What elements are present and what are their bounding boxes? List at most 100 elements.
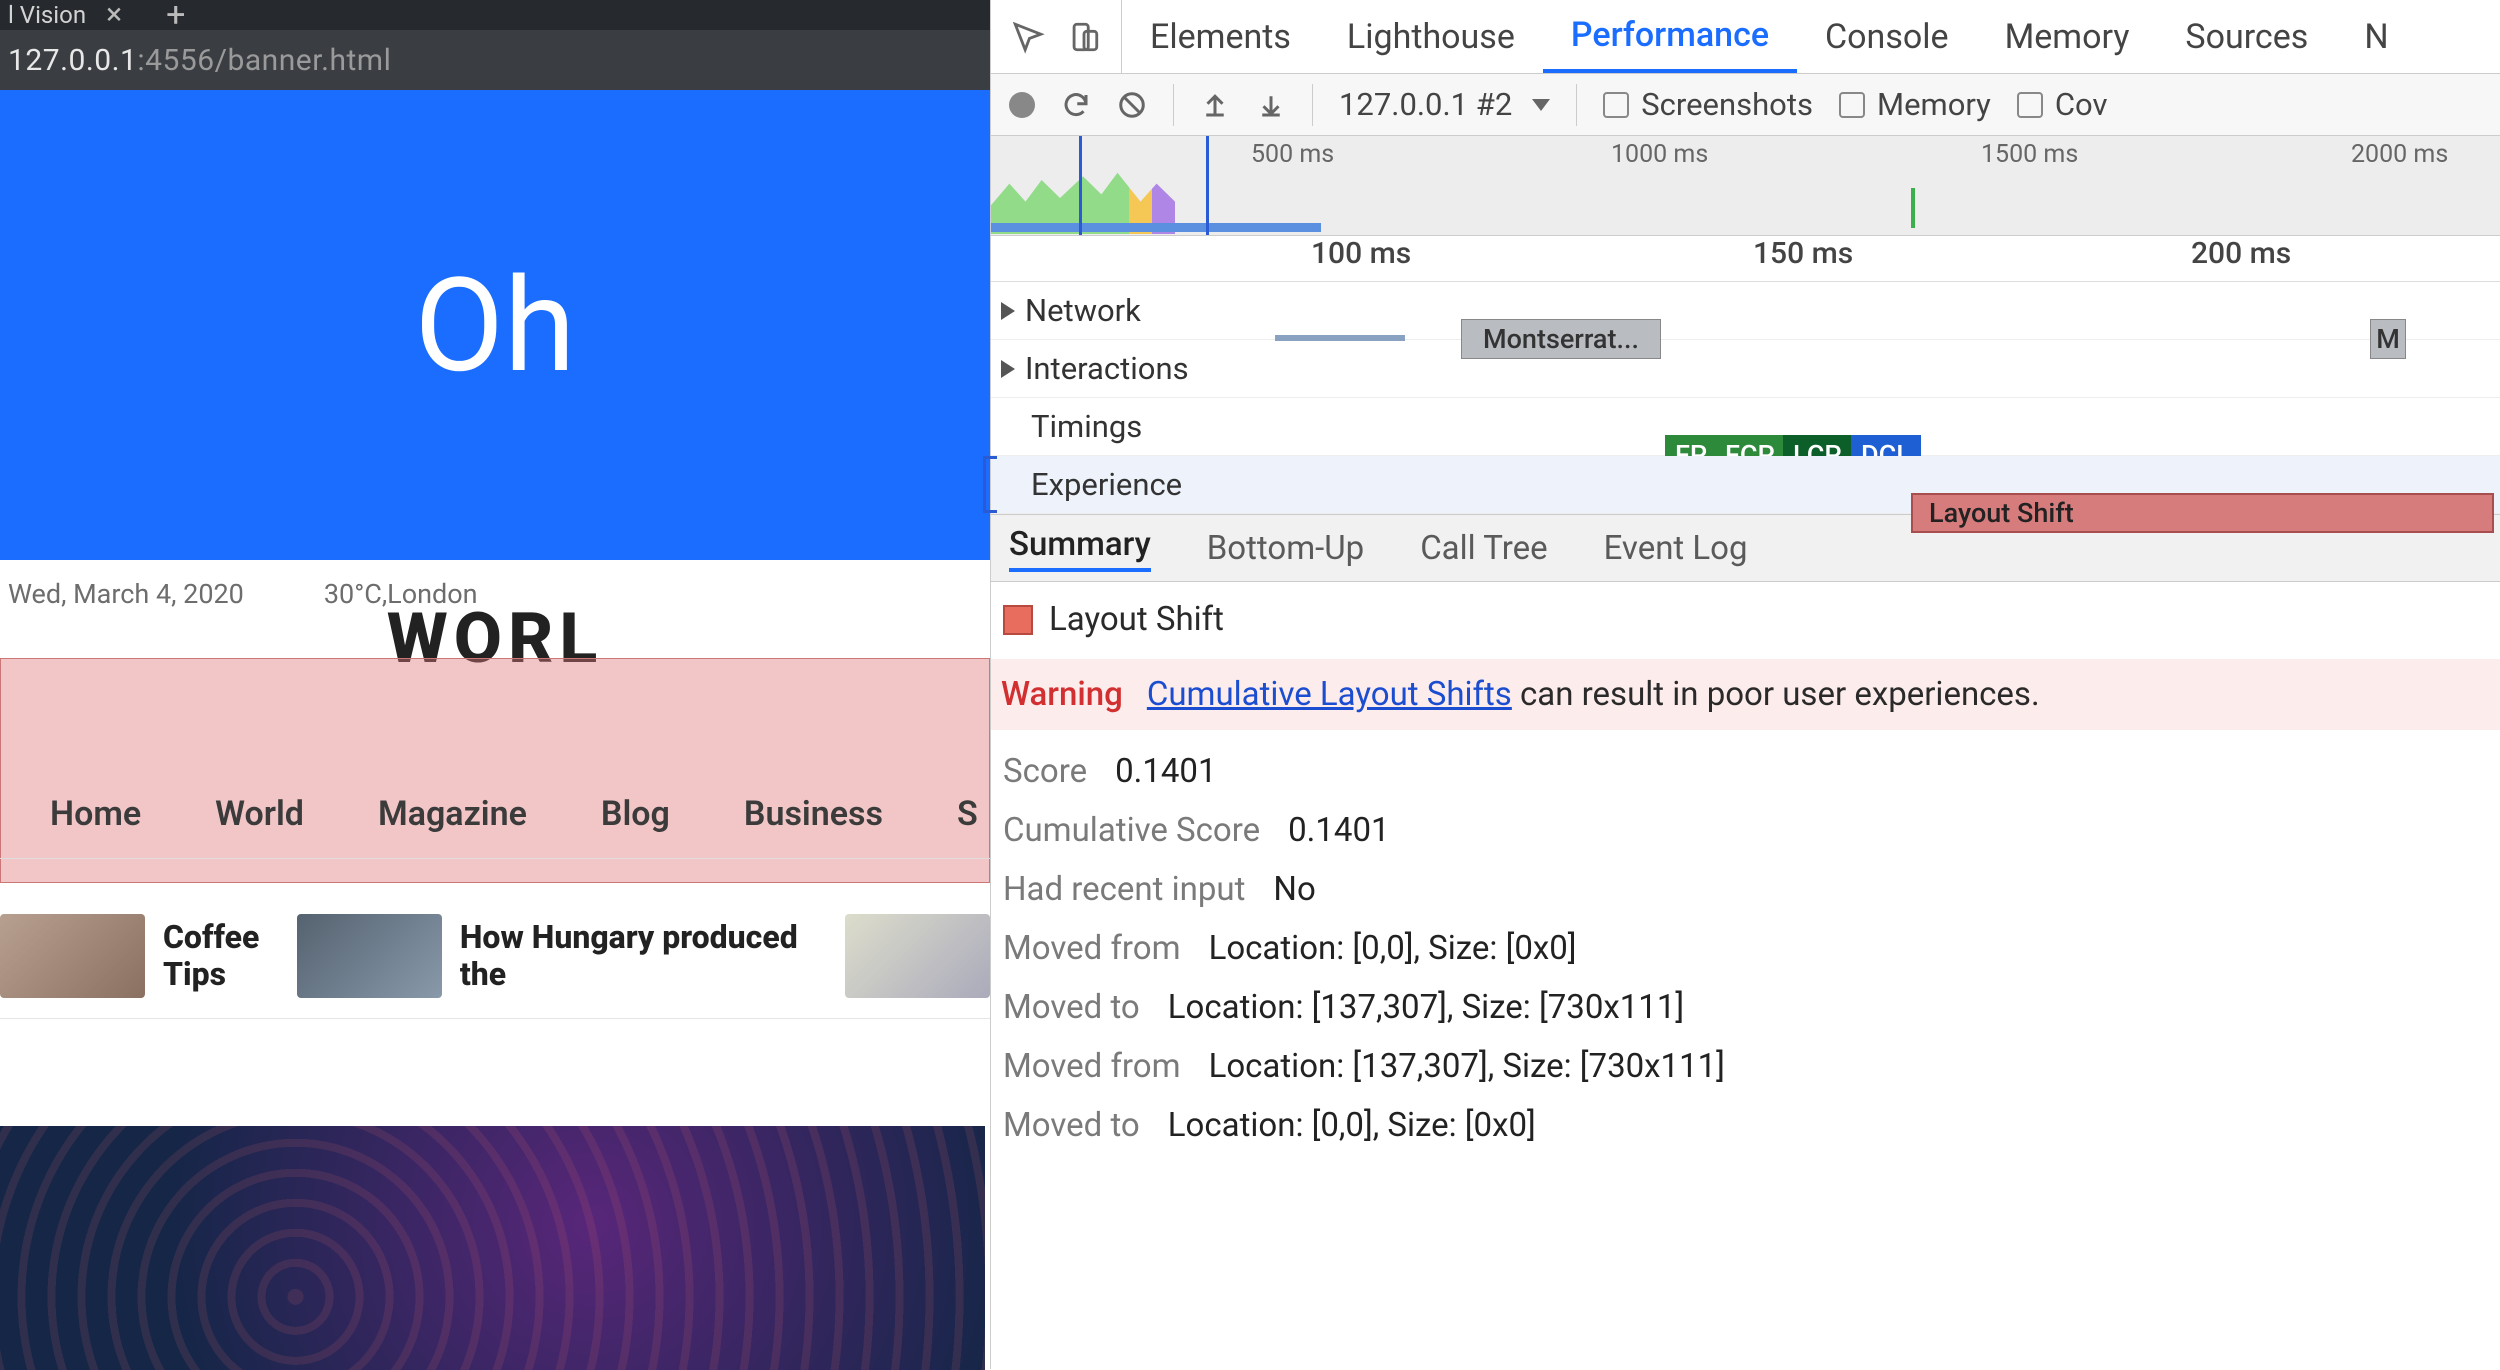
url-host: 127.0.0.1: [8, 43, 137, 78]
track-title: Network: [1025, 292, 1141, 329]
separator: [1576, 84, 1577, 126]
kv-key: Had recent input: [1003, 870, 1245, 909]
tick: 1500 ms: [1981, 140, 2078, 169]
device-icon[interactable]: [1065, 18, 1103, 56]
warning-label: Warning: [1001, 675, 1123, 714]
kv-value: Location: [137,307], Size: [730x111]: [1168, 988, 1684, 1027]
ruler-tick: 100 ms: [1311, 236, 1411, 271]
site-nav: Home World Magazine Blog Business S: [0, 778, 990, 859]
kv-key: Cumulative Score: [1003, 811, 1260, 850]
timeline-tracks: Network Montserrat... M Interactions Tim…: [991, 282, 2500, 514]
overview-strip[interactable]: 500 ms 1000 ms 1500 ms 2000 ms: [991, 136, 2500, 236]
screenshots-checkbox[interactable]: Screenshots: [1603, 86, 1813, 123]
kv-key: Moved from: [1003, 1047, 1181, 1086]
subtab-bottom-up[interactable]: Bottom-Up: [1207, 529, 1364, 568]
thumbnail[interactable]: [0, 914, 145, 998]
thumbnail[interactable]: [845, 914, 990, 998]
hero-image[interactable]: [0, 1126, 985, 1370]
kv-value: 0.1401: [1288, 811, 1389, 850]
banner-text: Oh: [414, 249, 575, 402]
tab-memory[interactable]: Memory: [1977, 0, 2158, 73]
kv-key: Moved to: [1003, 1106, 1140, 1145]
tab-console[interactable]: Console: [1797, 0, 1977, 73]
subtab-event-log[interactable]: Event Log: [1604, 529, 1748, 568]
kv-value: No: [1273, 870, 1315, 909]
new-tab-button[interactable]: +: [146, 0, 205, 35]
kv-key: Score: [1003, 752, 1087, 791]
color-swatch: [1003, 605, 1033, 635]
kv-value: Location: [0,0], Size: [0x0]: [1209, 929, 1577, 968]
checkbox-label: Memory: [1877, 86, 1991, 123]
clear-icon[interactable]: [1117, 90, 1147, 120]
address-bar[interactable]: 127.0.0.1 :4556/banner.html: [0, 30, 990, 90]
nav-item[interactable]: S: [957, 794, 978, 834]
tab-sources[interactable]: Sources: [2157, 0, 2336, 73]
kv-row: Moved to Location: [137,307], Size: [730x…: [1003, 988, 2488, 1027]
separator: [1173, 84, 1174, 126]
tab-elements[interactable]: Elements: [1122, 0, 1319, 73]
overview-selection[interactable]: [1079, 136, 1209, 235]
nav-item[interactable]: Magazine: [378, 794, 527, 834]
subtab-summary[interactable]: Summary: [1009, 525, 1151, 572]
cls-link[interactable]: Cumulative Layout Shifts: [1147, 675, 1512, 714]
tab-more[interactable]: N: [2336, 0, 2416, 73]
track-title: Timings: [1031, 408, 1142, 445]
track-interactions[interactable]: Interactions: [991, 340, 2500, 398]
nav-item[interactable]: Blog: [601, 794, 670, 834]
selection-handle: [983, 456, 997, 513]
url-path: :4556/banner.html: [137, 43, 391, 78]
inspect-icon[interactable]: [1009, 18, 1047, 56]
browser-window: l Vision × + 127.0.0.1 :4556/banner.html…: [0, 0, 990, 1369]
separator: [1312, 84, 1313, 126]
checkbox-label: Screenshots: [1641, 86, 1813, 123]
timeline-ruler[interactable]: 100 ms 150 ms 200 ms: [991, 236, 2500, 282]
kv-row: Moved toLocation: [0,0], Size: [0x0]: [1003, 1106, 2488, 1145]
track-timings[interactable]: Timings FP FCP LCP DCL: [991, 398, 2500, 456]
download-icon[interactable]: [1256, 90, 1286, 120]
kv-row: Had recent input No: [1003, 870, 2488, 909]
warning-row: Warning Cumulative Layout Shifts can res…: [991, 659, 2500, 730]
track-title: Interactions: [1025, 350, 1189, 387]
ticker-title[interactable]: Coffee Tips: [163, 919, 279, 993]
profile-dropdown[interactable]: 127.0.0.1 #2: [1339, 86, 1550, 123]
expand-icon[interactable]: [1001, 302, 1015, 320]
browser-tab[interactable]: l Vision ×: [0, 0, 146, 30]
ruler-tick: 200 ms: [2191, 236, 2291, 271]
track-network[interactable]: Network Montserrat... M: [991, 282, 2500, 340]
warning-rest: can result in poor user experiences.: [1520, 675, 2040, 714]
tick: 500 ms: [1251, 140, 1334, 169]
track-experience[interactable]: Experience Layout Shift: [991, 456, 2500, 514]
summary-heading: Layout Shift: [1003, 600, 2488, 639]
reload-icon[interactable]: [1061, 90, 1091, 120]
track-title: Experience: [1031, 466, 1182, 503]
kv-row: Cumulative Score 0.1401: [1003, 811, 2488, 850]
summary-panel: Layout Shift Warning Cumulative Layout S…: [991, 582, 2500, 1183]
tab-lighthouse[interactable]: Lighthouse: [1319, 0, 1543, 73]
tab-performance[interactable]: Performance: [1543, 0, 1797, 73]
ruler-tick: 150 ms: [1753, 236, 1853, 271]
memory-checkbox[interactable]: Memory: [1839, 86, 1991, 123]
nav-item[interactable]: World: [215, 794, 304, 834]
thumbnail[interactable]: [297, 914, 442, 998]
heading-text: Layout Shift: [1049, 600, 1224, 639]
kv-row: Moved from Location: [137,307], Size: [73…: [1003, 1047, 2488, 1086]
checkbox-icon: [2017, 92, 2043, 118]
kv-value: 0.1401: [1115, 752, 1216, 791]
ticker-title[interactable]: How Hungary produced the: [460, 919, 827, 993]
expand-icon[interactable]: [1001, 360, 1015, 378]
kv-value: Location: [137,307], Size: [730x111]: [1209, 1047, 1725, 1086]
close-icon[interactable]: ×: [100, 0, 128, 30]
dropdown-value: 127.0.0.1 #2: [1339, 86, 1512, 123]
coverage-checkbox[interactable]: Cov: [2017, 86, 2108, 123]
nav-item[interactable]: Business: [744, 794, 883, 834]
tab-strip: l Vision × +: [0, 0, 990, 30]
record-button[interactable]: [1009, 92, 1035, 118]
checkbox-icon: [1603, 92, 1629, 118]
tick: 2000 ms: [2351, 140, 2448, 169]
kv-key: Moved to: [1003, 988, 1140, 1027]
nav-item[interactable]: Home: [50, 794, 141, 834]
inspect-controls: [991, 0, 1122, 73]
layout-shift-chip[interactable]: Layout Shift: [1911, 493, 2494, 533]
upload-icon[interactable]: [1200, 90, 1230, 120]
subtab-call-tree[interactable]: Call Tree: [1420, 529, 1547, 568]
